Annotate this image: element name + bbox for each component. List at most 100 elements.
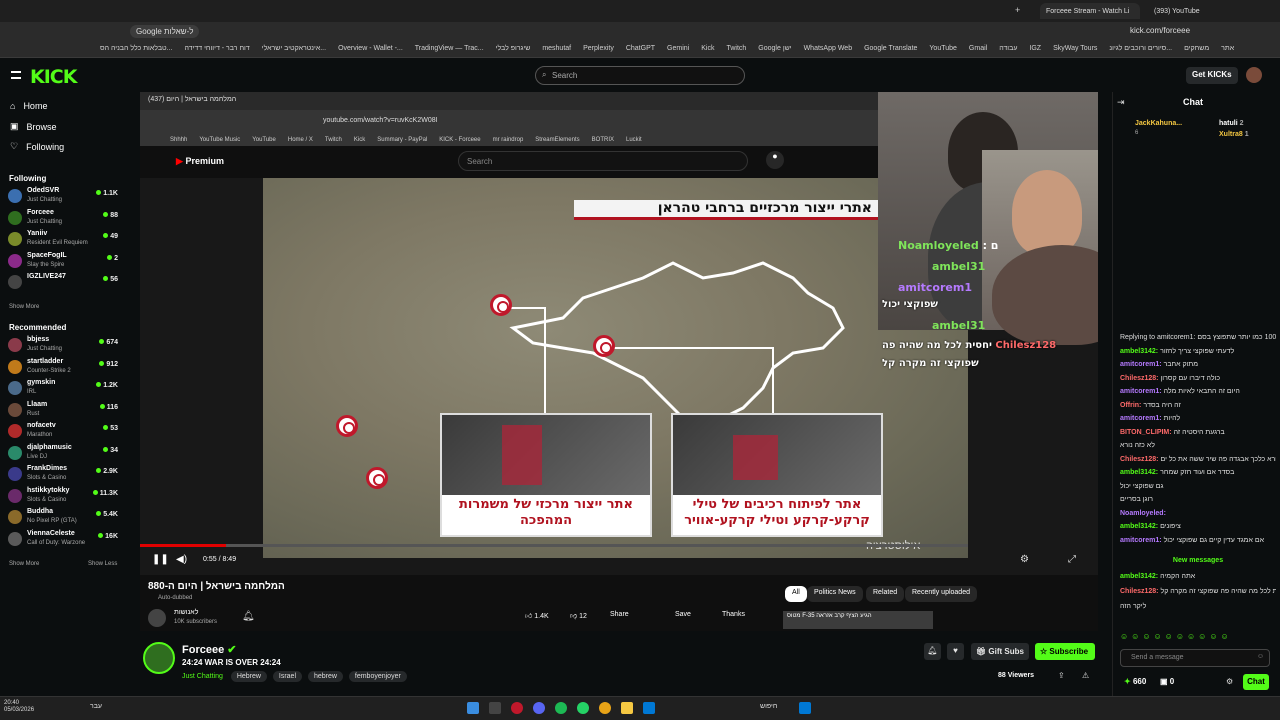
chat-username[interactable]: Chilesz128:: [1120, 456, 1159, 463]
bookmark-item[interactable]: WhatsApp Web: [800, 45, 857, 52]
chat-username[interactable]: amitcorem1:: [1120, 415, 1162, 422]
chat-message[interactable]: Offrin: זה היה בסדר: [1120, 401, 1276, 410]
filter-politics[interactable]: Politics News: [807, 586, 863, 602]
yt-search-input[interactable]: Search: [458, 151, 748, 171]
browser-tab[interactable]: (393) YouTube: [1148, 3, 1248, 19]
fullscreen-icon[interactable]: ⤢: [1068, 554, 1076, 565]
chat-username[interactable]: Noamloyeled:: [1120, 510, 1166, 517]
chat-username[interactable]: Chilesz128:: [1120, 588, 1159, 595]
yt-bookmark-item[interactable]: YouTube Music: [199, 137, 240, 143]
channel-points[interactable]: ✦ 660: [1124, 677, 1146, 686]
discord-icon[interactable]: [533, 702, 545, 714]
inventory-count[interactable]: ▣ 0: [1160, 677, 1174, 686]
bookmark-item[interactable]: טבלאות כלל הבניה הס...: [96, 45, 176, 52]
bookmark-item[interactable]: Kick: [697, 45, 718, 52]
kick-logo[interactable]: KICK: [30, 66, 77, 88]
chat-input[interactable]: Send a message ☺: [1120, 649, 1270, 667]
chat-username[interactable]: ambel3142:: [1120, 469, 1158, 476]
sidebar-channel[interactable]: djalphamusic Live DJ 34: [8, 444, 122, 464]
yt-bookmark-item[interactable]: KICK - Forceee: [439, 137, 480, 143]
bookmark-item[interactable]: IGZ: [1025, 45, 1045, 52]
bookmark-item[interactable]: YouTube: [925, 45, 961, 52]
avatar[interactable]: [1246, 67, 1262, 83]
share-icon[interactable]: ⇪: [1058, 671, 1065, 680]
filter-related[interactable]: Related: [866, 586, 905, 602]
tag-chip[interactable]: Hebrew: [230, 671, 267, 682]
bookmark-item[interactable]: meshutaf: [538, 45, 575, 52]
yt-channel-avatar[interactable]: [148, 609, 166, 627]
bookmark-item[interactable]: סיורים ורוכבים לגיונ...: [1105, 45, 1176, 52]
chat-message[interactable]: ambel3142: ציפונים: [1120, 522, 1276, 531]
chat-message[interactable]: Chilesz128: יחסית לכל מה שהיה פה שפוקצי …: [1120, 587, 1276, 596]
chat-message[interactable]: גם שפוקצי יכול: [1120, 482, 1276, 491]
show-more-following[interactable]: Show More: [9, 304, 39, 310]
gift-subs-button[interactable]: 🎁︎ Gift Subs: [971, 643, 1029, 660]
emote-bar[interactable]: ☺☺☺☺☺☺☺☺☺☺: [1120, 632, 1270, 644]
chat-message[interactable]: ambel3142: לדעתי שפוקצי צריך לחזור: [1120, 347, 1276, 356]
bookmark-item[interactable]: SkyWay Tours: [1049, 45, 1101, 52]
chat-message[interactable]: Noamloyeled:: [1120, 509, 1276, 518]
bookmark-item[interactable]: Perplexity: [579, 45, 618, 52]
folder-icon[interactable]: [621, 702, 633, 714]
show-more-recommended[interactable]: Show More: [9, 561, 39, 567]
sidebar-channel[interactable]: IGZLIVE247 56: [8, 273, 122, 293]
bookmark-item[interactable]: Gmail: [965, 45, 991, 52]
sidebar-channel[interactable]: bbjess Just Chatting 674: [8, 336, 122, 356]
follow-heart-icon[interactable]: ♥: [947, 643, 964, 660]
yt-bookmark-item[interactable]: Shhhh: [170, 137, 187, 143]
nav-following[interactable]: ♡ Following: [10, 141, 64, 152]
sidebar-channel[interactable]: startladder Counter-Strike 2 912: [8, 358, 122, 378]
tag-chip[interactable]: hebrew: [307, 671, 343, 682]
yt-bookmark-item[interactable]: Twitch: [325, 137, 342, 143]
video-player[interactable]: המלחמה בישראל | היום (437) youtube.com/w…: [140, 92, 1098, 575]
spotify-icon[interactable]: [555, 702, 567, 714]
tag-chip[interactable]: Israel: [272, 671, 303, 682]
new-messages-divider[interactable]: New messages: [1120, 557, 1276, 564]
bookmark-item[interactable]: Overview - Wallet -...: [334, 45, 407, 52]
share-button[interactable]: Share: [610, 611, 629, 618]
chat-username[interactable]: amitcorem1:: [1120, 537, 1162, 544]
chat-username[interactable]: amitcorem1:: [1120, 361, 1162, 368]
emoji-icon[interactable]: ☺: [1257, 653, 1264, 660]
notification-icon[interactable]: 🔔︎: [924, 643, 941, 660]
subscribe-button[interactable]: ☆ Subscribe: [1035, 643, 1095, 660]
yt-bookmark-item[interactable]: BOTRIX: [592, 137, 614, 143]
pinned-user-2[interactable]: hatuli 2: [1219, 120, 1244, 127]
chat-message[interactable]: BITON_CLIPIM: ברגעת היסטיה זה: [1120, 428, 1276, 437]
chat-message[interactable]: amitcorem1: אם אמגד עדין קיים גם שפוקצי …: [1120, 536, 1276, 545]
volume-icon[interactable]: ◀): [176, 554, 187, 565]
chat-settings-icon[interactable]: ⚙: [1226, 677, 1233, 686]
bookmark-item[interactable]: Google Translate: [860, 45, 921, 52]
get-kicks-button[interactable]: Get KICKs: [1186, 67, 1238, 84]
windows-start-icon[interactable]: [799, 702, 811, 714]
browser-tab-active[interactable]: Forceee Stream - Watch Li: [1040, 3, 1140, 19]
language-indicator[interactable]: עבר: [90, 703, 102, 710]
chat-message[interactable]: amitcorem1: להיות: [1120, 414, 1276, 423]
sidebar-channel[interactable]: OdedSVR Just Chatting 1.1K: [8, 187, 122, 207]
yt-bookmark-item[interactable]: Kick: [354, 137, 365, 143]
filter-all[interactable]: All: [785, 586, 807, 602]
yt-premium-logo[interactable]: ▶ Premium: [176, 156, 224, 167]
like-button[interactable]: 👍︎ 1.4K: [525, 611, 549, 620]
sidebar-channel[interactable]: Llaam Rust 116: [8, 401, 122, 421]
nav-browse[interactable]: ▣ Browse: [10, 121, 57, 132]
app-icon[interactable]: [643, 702, 655, 714]
app-icon[interactable]: [467, 702, 479, 714]
yt-channel-name[interactable]: לאנושות: [174, 609, 198, 616]
whatsapp-icon[interactable]: [577, 702, 589, 714]
bookmark-item[interactable]: אתר: [1217, 45, 1238, 52]
chat-username[interactable]: Offrin:: [1120, 402, 1141, 409]
mic-icon[interactable]: ●: [766, 151, 784, 169]
yt-bookmark-item[interactable]: Luckit: [626, 137, 642, 143]
chat-message[interactable]: Replying to amitcorem1: תחבר100 כמו יותר…: [1120, 333, 1276, 342]
chat-username[interactable]: ambel3142:: [1120, 348, 1158, 355]
sidebar-channel[interactable]: nofacetv Marathon 53: [8, 422, 122, 442]
window-controls[interactable]: +: [1015, 5, 1020, 15]
yt-bookmark-item[interactable]: Summary - PayPal: [377, 137, 427, 143]
url-field[interactable]: kick.com/forceee: [1130, 26, 1190, 35]
sidebar-channel[interactable]: Forceee Just Chatting 88: [8, 209, 122, 229]
chat-username[interactable]: ambel3142:: [1120, 573, 1158, 580]
sidebar-channel[interactable]: Buddha No Pixel RP (GTA) 5.4K: [8, 508, 122, 528]
bell-icon[interactable]: 🔔︎: [242, 611, 255, 622]
tag-chip[interactable]: femboyenjoyer: [348, 671, 407, 682]
